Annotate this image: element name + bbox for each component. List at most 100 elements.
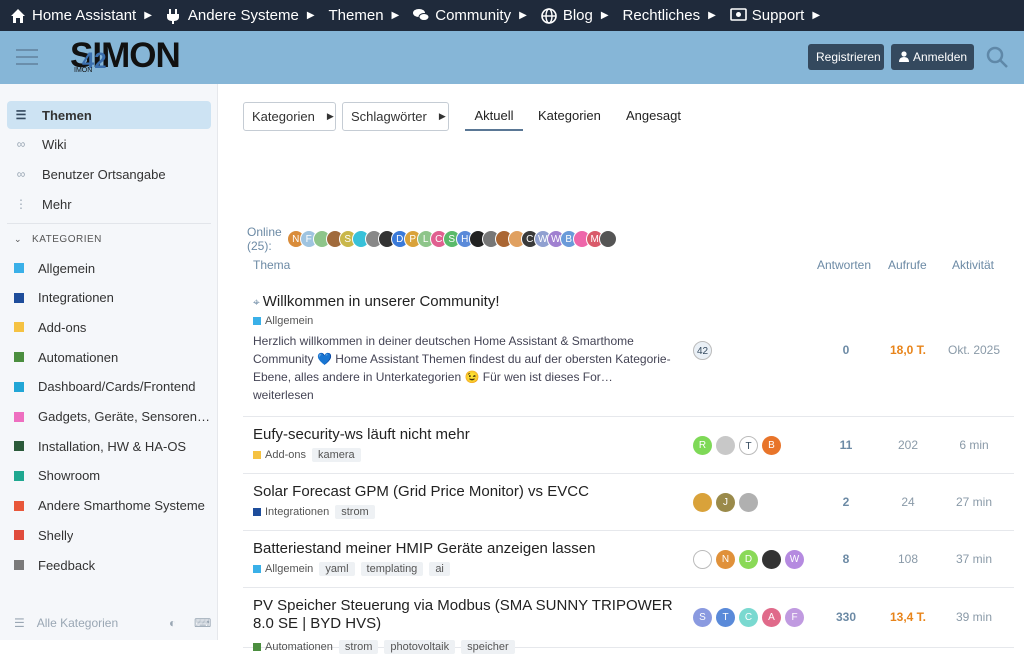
poster-avatar[interactable]: T: [739, 435, 758, 455]
category-label: Feedback: [38, 557, 96, 573]
sidebar-item-all-categories[interactable]: ☰ Alle Kategorien: [14, 616, 118, 630]
search-icon[interactable]: [985, 45, 1009, 69]
column-header-replies[interactable]: Antworten: [817, 258, 871, 272]
topic-activity[interactable]: 6 min: [943, 438, 1005, 452]
poster-avatar[interactable]: [739, 492, 758, 512]
poster-avatar[interactable]: [762, 549, 781, 569]
sidebar-category-item[interactable]: Allgemein: [7, 254, 211, 282]
column-header-topic[interactable]: Thema: [253, 258, 290, 272]
sidebar-category-item[interactable]: Showroom: [7, 462, 211, 490]
topic-row[interactable]: Solar Forecast GPM (Grid Price Monitor) …: [243, 474, 1014, 531]
topic-replies[interactable]: 8: [826, 552, 866, 566]
link-icon: ∞: [16, 167, 26, 181]
sidebar-category-item[interactable]: Add-ons: [7, 313, 211, 341]
topic-tag[interactable]: strom: [338, 640, 379, 654]
topnav-item-themen[interactable]: Themen ▶: [329, 7, 400, 24]
poster-avatar[interactable]: C: [739, 608, 758, 627]
topic-replies[interactable]: 11: [826, 438, 866, 452]
topic-category[interactable]: Allgemein: [253, 315, 313, 327]
poster-avatar[interactable]: B: [762, 435, 781, 455]
column-header-activity[interactable]: Aktivität: [952, 258, 994, 272]
topic-category[interactable]: Integrationen strom: [253, 505, 375, 519]
site-logo[interactable]: SIMON 42 IMON: [70, 34, 181, 78]
topnav-item-community[interactable]: Community ▶: [413, 7, 527, 24]
topic-replies[interactable]: 330: [826, 610, 866, 624]
topic-title[interactable]: Batteriestand meiner HMIP Geräte anzeige…: [253, 540, 595, 557]
topnav-item-home-assistant[interactable]: Home Assistant ▶: [10, 7, 152, 24]
topic-excerpt: Herzlich willkommen in deiner deutschen …: [253, 334, 671, 402]
sidebar-category-item[interactable]: Automationen: [7, 343, 211, 371]
register-button[interactable]: Registrieren: [808, 44, 884, 70]
topic-tag[interactable]: photovoltaik: [384, 640, 456, 654]
topic-row[interactable]: PV Speicher Steuerung via Modbus (SMA SU…: [243, 588, 1014, 654]
topic-category[interactable]: Allgemein yaml templating ai: [253, 562, 450, 576]
user-avatar[interactable]: [598, 230, 617, 248]
topic-row[interactable]: Eufy-security-ws läuft nicht mehr Add-ons…: [243, 417, 1014, 474]
topic-replies[interactable]: 0: [826, 343, 866, 357]
topic-tag[interactable]: yaml: [319, 562, 355, 576]
poster-avatar[interactable]: F: [785, 608, 804, 627]
topic-row[interactable]: Batteriestand meiner HMIP Geräte anzeige…: [243, 531, 1014, 588]
poster-avatar[interactable]: [693, 549, 712, 569]
caret-right-icon: ▶: [391, 10, 400, 21]
topnav-item-blog[interactable]: Blog ▶: [541, 7, 609, 24]
topic-title[interactable]: Solar Forecast GPM (Grid Price Monitor) …: [253, 483, 589, 500]
topnav-item-rechtliches[interactable]: Rechtliches ▶: [623, 7, 716, 24]
poster-avatar[interactable]: A: [762, 608, 781, 627]
topic-tag[interactable]: kamera: [311, 448, 361, 462]
topic-tag[interactable]: speicher: [461, 640, 515, 654]
column-header-views[interactable]: Aufrufe: [888, 258, 927, 272]
tab-categories[interactable]: Kategorien: [538, 108, 601, 123]
topic-category[interactable]: Add-ons kamera: [253, 448, 361, 462]
sidebar-item-wiki[interactable]: ∞ Wiki: [7, 130, 211, 158]
topic-category[interactable]: Automationen strom photovoltaik speicher: [253, 640, 515, 654]
sidebar-category-item[interactable]: Gadgets, Geräte, Sensoren…: [7, 403, 211, 431]
topnav-item-andere-systeme[interactable]: Andere Systeme ▶: [166, 7, 315, 24]
topic-row[interactable]: ⌖ Willkommen in unserer Community! Allgeme…: [243, 284, 1014, 417]
login-button[interactable]: Anmelden: [891, 44, 974, 70]
sidebar-category-item[interactable]: Installation, HW & HA-OS: [7, 432, 211, 460]
keyboard-icon[interactable]: ⌨: [194, 616, 211, 630]
topic-activity[interactable]: 37 min: [943, 552, 1005, 566]
topic-tag[interactable]: strom: [335, 505, 375, 519]
theme-toggle-icon[interactable]: ◐: [169, 616, 176, 630]
sidebar-category-item[interactable]: Integrationen: [7, 284, 211, 312]
tags-filter-dropdown[interactable]: Schlagwörter ▶: [342, 102, 449, 131]
poster-avatar[interactable]: 42: [693, 340, 712, 360]
topic-title[interactable]: ⌖ Willkommen in unserer Community!: [253, 293, 500, 310]
topic-activity[interactable]: Okt. 2025: [943, 343, 1005, 357]
topnav-item-support[interactable]: Support ▶: [729, 7, 820, 24]
topic-title[interactable]: Eufy-security-ws läuft nicht mehr: [253, 426, 470, 443]
poster-avatar[interactable]: T: [716, 608, 735, 627]
poster-avatar[interactable]: R: [693, 435, 712, 455]
topic-tag[interactable]: templating: [360, 562, 424, 576]
sidebar-category-item[interactable]: Shelly: [7, 521, 211, 549]
topic-tag[interactable]: ai: [429, 562, 450, 576]
sidebar-item-benutzer-ortsangabe[interactable]: ∞ Benutzer Ortsangabe: [7, 160, 211, 188]
poster-avatar[interactable]: [693, 492, 712, 512]
poster-avatar[interactable]: D: [739, 549, 758, 569]
hamburger-menu-button[interactable]: [16, 49, 38, 66]
sidebar-category-item[interactable]: Andere Smarthome Systeme: [7, 492, 211, 520]
sidebar-item-mehr[interactable]: ⋮ Mehr: [7, 190, 211, 218]
poster-avatar[interactable]: W: [785, 549, 804, 569]
category-label: Shelly: [38, 527, 74, 543]
categories-filter-dropdown[interactable]: Kategorien ▶: [243, 102, 336, 131]
caret-right-icon: ▶: [519, 10, 527, 21]
sidebar-item-themen[interactable]: ☰ Themen: [7, 101, 211, 129]
chat-icon: [413, 8, 430, 24]
poster-avatar[interactable]: S: [693, 608, 712, 627]
sidebar-category-item[interactable]: Feedback: [7, 551, 211, 579]
topic-activity[interactable]: 27 min: [943, 495, 1005, 509]
poster-avatar[interactable]: J: [716, 492, 735, 512]
category-color-swatch: [14, 441, 24, 452]
topic-title[interactable]: PV Speicher Steuerung via Modbus (SMA SU…: [253, 597, 683, 633]
categories-section-header[interactable]: ⌄ KATEGORIEN: [14, 234, 102, 245]
tab-top[interactable]: Angesagt: [626, 108, 681, 123]
topic-replies[interactable]: 2: [826, 495, 866, 509]
poster-avatar[interactable]: N: [716, 549, 735, 569]
poster-avatar[interactable]: [716, 435, 735, 455]
topic-activity[interactable]: 39 min: [943, 610, 1005, 624]
tab-latest[interactable]: Aktuell: [465, 108, 523, 131]
sidebar-category-item[interactable]: Dashboard/Cards/Frontend: [7, 373, 211, 401]
